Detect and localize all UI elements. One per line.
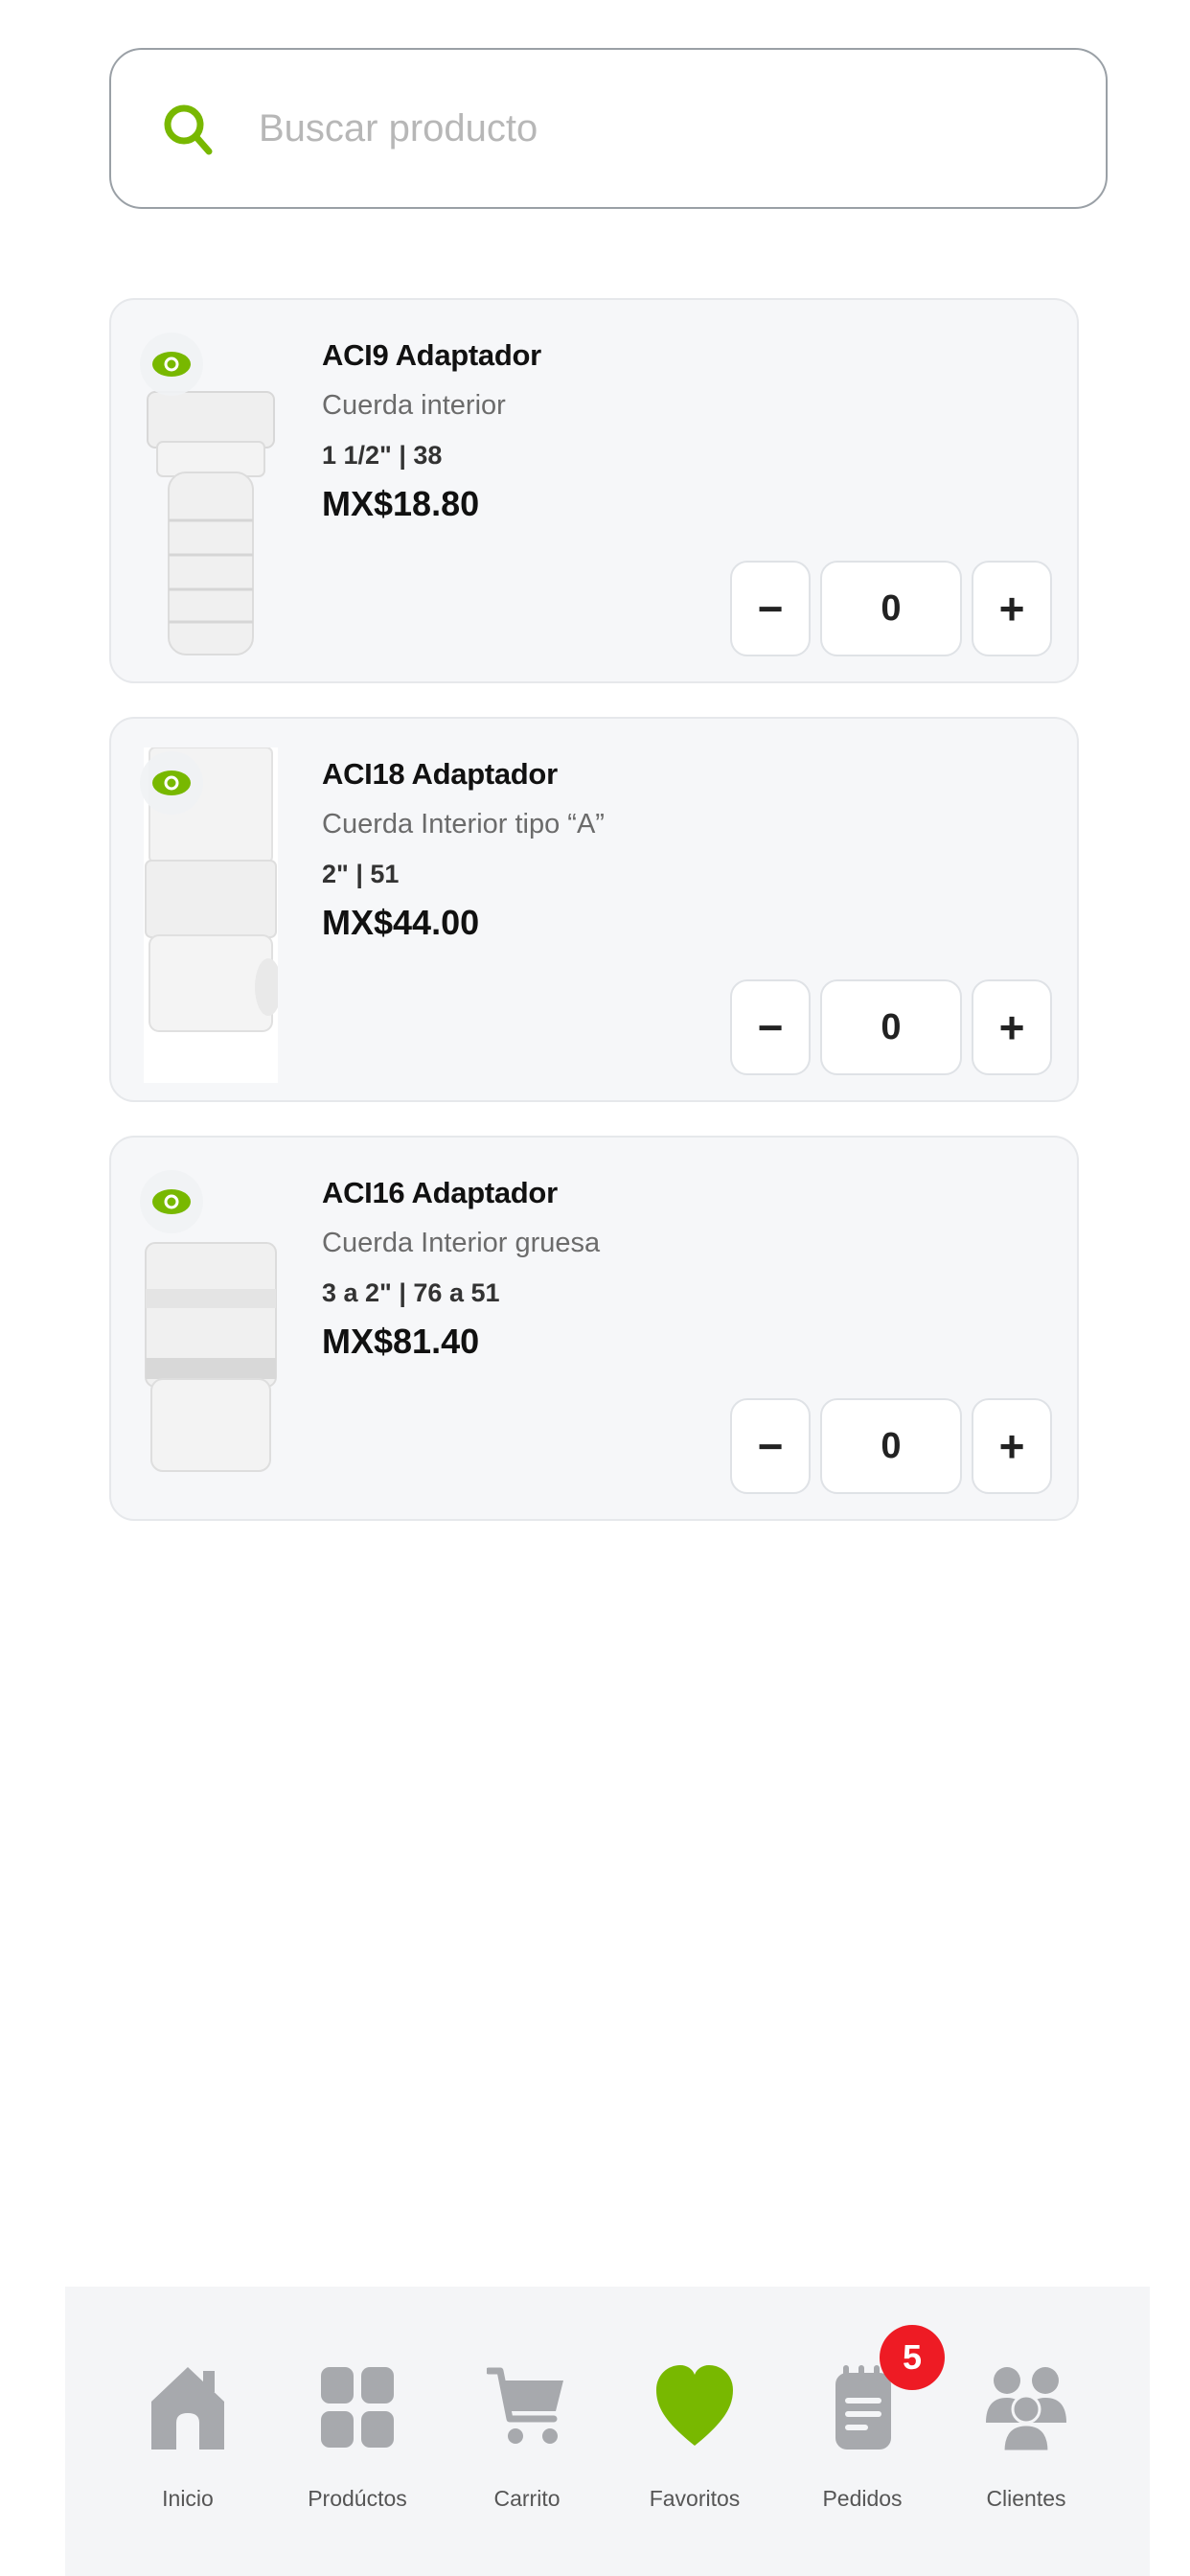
product-card[interactable]: ACI9 Adaptador Cuerda interior 1 1/2" | … [109,298,1079,683]
product-name: ACI16 Adaptador [322,1176,558,1209]
orders-badge: 5 [880,2325,945,2390]
search-input[interactable] [259,106,1006,150]
increase-button[interactable]: + [972,1398,1052,1494]
product-price: MX$44.00 [322,903,480,942]
cart-icon [487,2367,563,2444]
search-bar[interactable] [109,48,1108,209]
product-price: MX$81.40 [322,1322,480,1361]
bottom-nav: Inicio Prodúctos Carrito Favoritos 5 Ped… [65,2287,1150,2576]
nav-label: Favoritos [649,2486,741,2511]
decrease-button[interactable]: − [730,979,811,1075]
quantity-field[interactable]: 0 [820,1398,962,1494]
search-icon [164,104,213,155]
users-icon [986,2367,1066,2451]
nav-item-favoritos[interactable]: Favoritos [608,2363,781,2512]
product-price: MX$18.80 [322,484,480,523]
decrease-button[interactable]: − [730,1398,811,1494]
heart-icon [656,2365,733,2446]
nav-label: Prodúctos [308,2486,407,2511]
product-card[interactable]: ACI16 Adaptador Cuerda Interior gruesa 3… [109,1136,1079,1521]
eye-icon [152,1189,191,1214]
product-size: 1 1/2" | 38 [322,441,443,470]
quantity-stepper: − 0 + [730,1398,1052,1494]
nav-item-carrito[interactable]: Carrito [441,2363,613,2512]
quantity-stepper: − 0 + [730,561,1052,656]
product-size: 3 a 2" | 76 a 51 [322,1278,500,1307]
nav-label: Clientes [986,2486,1066,2511]
increase-button[interactable]: + [972,561,1052,656]
product-name: ACI9 Adaptador [322,338,541,372]
product-name: ACI18 Adaptador [322,757,558,791]
eye-icon [152,770,191,795]
product-card[interactable]: ACI18 Adaptador Cuerda Interior tipo “A”… [109,717,1079,1102]
quantity-field[interactable]: 0 [820,561,962,656]
view-button[interactable] [140,1170,203,1233]
nav-item-clientes[interactable]: Clientes [940,2363,1112,2512]
quantity-stepper: − 0 + [730,979,1052,1075]
nav-label: Pedidos [822,2486,903,2511]
view-button[interactable] [140,333,203,396]
nav-item-pedidos[interactable]: 5 Pedidos [776,2325,949,2512]
product-size: 2" | 51 [322,860,400,888]
nav-label: Carrito [493,2486,561,2511]
view-button[interactable] [140,751,203,815]
grid-icon [321,2367,394,2448]
home-icon [151,2367,224,2450]
product-description: Cuerda Interior tipo “A” [322,809,605,840]
product-description: Cuerda Interior gruesa [322,1228,601,1258]
decrease-button[interactable]: − [730,561,811,656]
nav-item-productos[interactable]: Prodúctos [271,2363,444,2512]
quantity-field[interactable]: 0 [820,979,962,1075]
product-description: Cuerda interior [322,390,506,421]
increase-button[interactable]: + [972,979,1052,1075]
nav-label: Inicio [162,2486,214,2511]
eye-icon [152,352,191,377]
nav-item-inicio[interactable]: Inicio [102,2363,274,2512]
